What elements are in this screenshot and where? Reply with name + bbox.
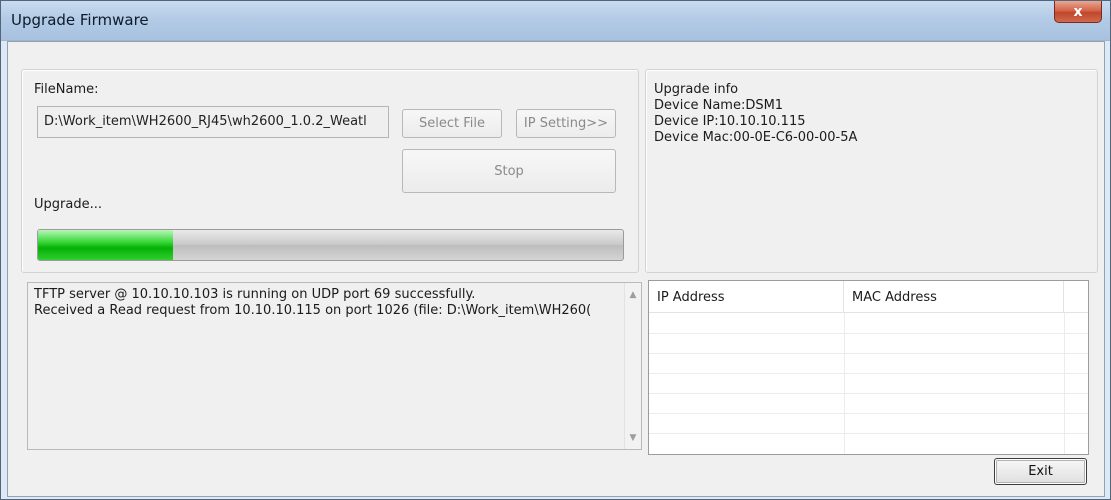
upgrade-info-heading: Upgrade info	[654, 82, 739, 97]
upgrade-info-text: Upgrade info Device Name:DSM1 Device IP:…	[654, 82, 857, 146]
device-ip: Device IP:10.10.10.115	[654, 114, 806, 129]
device-list[interactable]: IP Address MAC Address	[648, 280, 1089, 455]
chevron-up-icon[interactable]: ▲	[625, 286, 641, 303]
upgrade-firmware-window: Upgrade Firmware x FileName: D:\Work_ite…	[0, 0, 1111, 500]
chevron-down-icon[interactable]: ▼	[625, 429, 641, 446]
column-header-mac-address[interactable]: MAC Address	[844, 281, 1064, 313]
upgrade-status-label: Upgrade...	[34, 197, 102, 212]
stop-button[interactable]: Stop	[402, 149, 616, 193]
tftp-log-textbox[interactable]: TFTP server @ 10.10.10.103 is running on…	[27, 282, 642, 450]
device-list-header: IP Address MAC Address	[649, 281, 1088, 313]
row-line	[649, 433, 1088, 434]
upgrade-progress-bar	[37, 229, 624, 261]
log-vertical-scrollbar[interactable]: ▲ ▼	[624, 283, 641, 449]
log-line: Received a Read request from 10.10.10.11…	[34, 303, 592, 318]
log-line: TFTP server @ 10.10.10.103 is running on…	[34, 287, 476, 302]
filename-field[interactable]: D:\Work_item\WH2600_RJ45\wh2600_1.0.2_We…	[37, 106, 389, 138]
upgrade-panel: FileName: D:\Work_item\WH2600_RJ45\wh260…	[21, 69, 639, 273]
row-line	[649, 353, 1088, 354]
row-line	[649, 373, 1088, 374]
title-bar[interactable]: Upgrade Firmware x	[1, 1, 1110, 41]
column-header-ip-address[interactable]: IP Address	[649, 281, 844, 313]
exit-button[interactable]: Exit	[994, 458, 1087, 485]
close-icon: x	[1073, 3, 1083, 20]
upgrade-info-panel: Upgrade info Device Name:DSM1 Device IP:…	[645, 69, 1098, 273]
select-file-button[interactable]: Select File	[402, 109, 502, 138]
ip-setting-button[interactable]: IP Setting>>	[516, 109, 616, 138]
close-button[interactable]: x	[1054, 1, 1102, 23]
filename-label: FileName:	[34, 82, 99, 97]
upgrade-progress-fill	[38, 230, 173, 260]
row-line	[649, 393, 1088, 394]
row-line	[649, 413, 1088, 414]
row-line	[649, 333, 1088, 334]
device-mac: Device Mac:00-0E-C6-00-00-5A	[654, 130, 858, 145]
window-title: Upgrade Firmware	[11, 11, 149, 29]
dialog-client-area: FileName: D:\Work_item\WH2600_RJ45\wh260…	[7, 41, 1105, 497]
device-name: Device Name:DSM1	[654, 98, 784, 113]
